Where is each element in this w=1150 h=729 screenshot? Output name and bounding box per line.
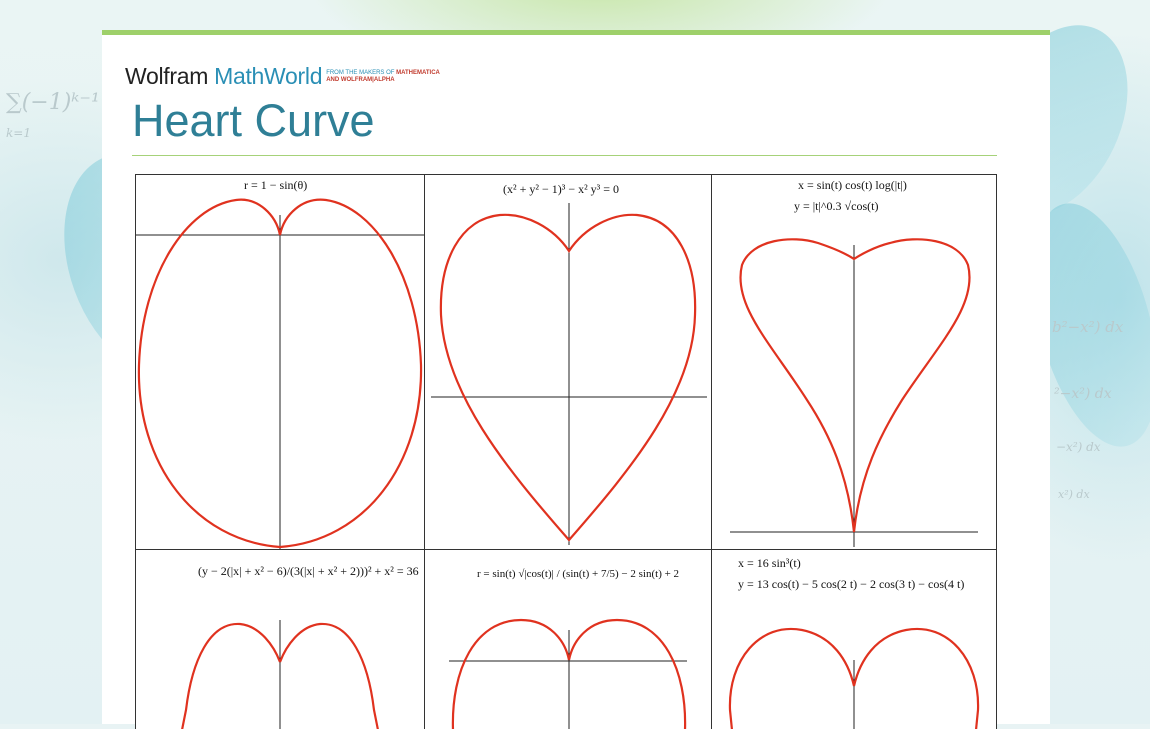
equation-label: x = sin(t) cos(t) log(|t|) <box>798 178 907 192</box>
panel-circle-heart: (y − 2(|x| + x² − 6)/(3(|x| + x² + 2)))²… <box>136 550 425 729</box>
site-logo[interactable]: Wolfram MathWorld FROM THE MAKERS OF MAT… <box>125 63 440 90</box>
decorative-formula-left: ∑(−1)ᵏ⁻¹ <box>6 90 100 115</box>
equation-label-2: y = 13 cos(t) − 5 cos(2 t) − 2 cos(3 t) … <box>738 577 965 591</box>
equation-label: r = 1 − sin(θ) <box>244 178 308 192</box>
equation-label-2: y = |t|^0.3 √cos(t) <box>794 199 879 213</box>
heart-curve <box>439 213 697 542</box>
equation-label: (y − 2(|x| + x² − 6)/(3(|x| + x² + 2)))²… <box>198 564 419 578</box>
tagline-line-2: AND WOLFRAM|ALPHA <box>326 76 395 83</box>
heart-curves-figure: r = 1 − sin(θ) (x² + y² − 1)³ − x² y³ = … <box>135 174 997 729</box>
plot-sextic-heart <box>431 203 707 545</box>
brand-tagline: FROM THE MAKERS OF MATHEMATICA AND WOLFR… <box>326 70 440 84</box>
brand-wolfram: Wolfram <box>125 63 209 89</box>
plot-log-heart <box>730 238 978 547</box>
equation-label: r = sin(t) √|cos(t)| / (sin(t) + 7/5) − … <box>477 568 680 580</box>
panel-cardioid: r = 1 − sin(θ) <box>136 175 425 550</box>
title-divider <box>132 155 997 156</box>
decorative-formula-right-2: ²−x²) dx <box>1054 386 1112 402</box>
panel-sextic-heart: (x² + y² − 1)³ − x² y³ = 0 <box>425 175 712 550</box>
content-page: Wolfram MathWorld FROM THE MAKERS OF MAT… <box>102 30 1050 729</box>
page-title: Heart Curve <box>132 95 375 146</box>
decorative-formula-left-sub: k=1 <box>6 126 31 140</box>
equation-label: (x² + y² − 1)³ − x² y³ = 0 <box>503 182 620 196</box>
heart-curve <box>739 238 971 533</box>
panel-parametric-heart: x = 16 sin³(t) y = 13 cos(t) − 5 cos(2 t… <box>712 550 996 729</box>
decorative-formula-right-3: −x²) dx <box>1056 440 1101 454</box>
decorative-formula-right-1: b²−x²) dx <box>1052 318 1124 336</box>
equation-label: x = 16 sin³(t) <box>738 556 801 570</box>
panel-log-heart: x = sin(t) cos(t) log(|t|) y = |t|^0.3 √… <box>712 175 996 550</box>
brand-mathworld: MathWorld <box>214 63 323 89</box>
plot-cardioid <box>136 198 424 549</box>
decorative-formula-right-4: x²) dx <box>1058 488 1090 501</box>
tagline-line-1: FROM THE MAKERS OF MATHEMATICA <box>326 69 440 76</box>
panel-polar-heart: r = sin(t) √|cos(t)| / (sin(t) + 7/5) − … <box>425 550 712 729</box>
